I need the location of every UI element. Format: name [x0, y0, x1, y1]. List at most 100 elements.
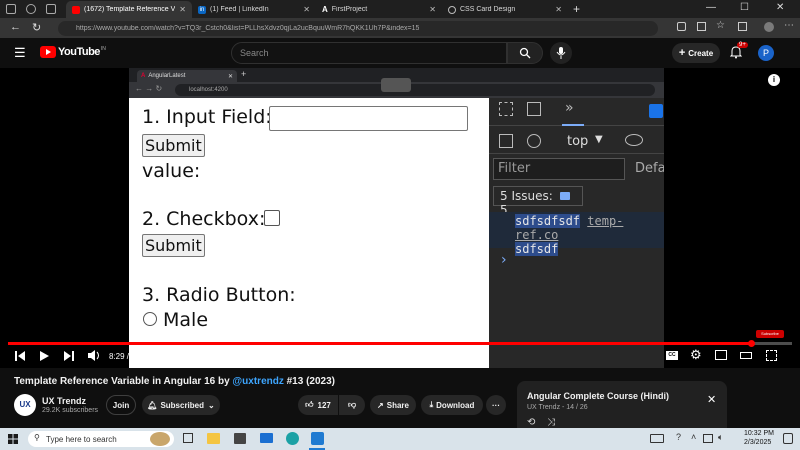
- demo-page: 1. Input Field: Submit value: 2. Checkbo…: [129, 98, 489, 368]
- miniplayer-icon[interactable]: [715, 350, 727, 360]
- profile-avatar-icon[interactable]: [764, 22, 774, 32]
- network-icon[interactable]: [703, 434, 713, 443]
- subscribe-watermark-text: Subscribe: [761, 331, 779, 336]
- like-button[interactable]: 👍︎ 127: [298, 395, 338, 415]
- minimize-button[interactable]: —: [706, 2, 716, 13]
- dropdown-icon: ▼: [595, 134, 603, 145]
- mail-icon[interactable]: [260, 433, 273, 443]
- extensions-icon[interactable]: [677, 22, 686, 31]
- search-icon: [519, 47, 531, 59]
- inspect-icon: [499, 102, 513, 116]
- clock-date[interactable]: 2/3/2025: [744, 439, 771, 446]
- tab-css-card[interactable]: CSS Card Design ✕: [442, 1, 568, 18]
- youtube-logo[interactable]: YouTube IN: [40, 46, 106, 58]
- loop-icon[interactable]: ⟲: [527, 417, 535, 428]
- search-placeholder: Search: [240, 48, 269, 58]
- subscribed-button[interactable]: 🔔︎ Subscribed ⌄: [142, 395, 220, 415]
- filter-placeholder: Filter: [498, 161, 531, 176]
- issues-bar: 5 Issues: 5: [493, 186, 583, 217]
- file-explorer-icon[interactable]: [207, 433, 220, 444]
- channel-name[interactable]: UX Trendz: [42, 396, 86, 406]
- hamburger-menu-icon[interactable]: ☰: [14, 45, 26, 61]
- voice-search-button[interactable]: [550, 42, 572, 64]
- shuffle-icon[interactable]: ⤨: [547, 417, 555, 428]
- close-icon[interactable]: ✕: [555, 5, 562, 14]
- vscode-icon[interactable]: [311, 432, 324, 445]
- task-view-icon[interactable]: [183, 433, 193, 443]
- more-actions-button[interactable]: ···: [486, 395, 506, 415]
- title-mention-link[interactable]: @uxtrendz: [232, 376, 283, 387]
- chapter-bullet: •: [144, 352, 147, 361]
- theater-mode-icon[interactable]: [740, 352, 752, 359]
- dislike-button[interactable]: 👎︎: [339, 395, 365, 415]
- notifications-icon[interactable]: [783, 433, 793, 444]
- more-options-icon[interactable]: i: [768, 74, 780, 86]
- fullscreen-icon[interactable]: [766, 350, 777, 361]
- youtube-logo-text: YouTube: [58, 46, 100, 58]
- create-button[interactable]: + Create: [672, 43, 720, 63]
- console-prompt: ›: [501, 252, 507, 268]
- volume-icon[interactable]: [88, 350, 100, 361]
- youtube-play-icon: [40, 46, 56, 58]
- browser-profile-icon[interactable]: [6, 4, 16, 14]
- join-button[interactable]: Join: [106, 395, 136, 415]
- taskbar-search-placeholder: Type here to search: [46, 434, 117, 444]
- close-window-button[interactable]: ✕: [776, 2, 784, 13]
- channel-avatar[interactable]: UX: [14, 394, 36, 416]
- reload-icon[interactable]: ↻: [32, 21, 41, 34]
- keyboard-icon[interactable]: [650, 434, 664, 443]
- new-tab-button[interactable]: +: [573, 2, 580, 16]
- menu-icon[interactable]: ⋯: [784, 20, 794, 31]
- collections-icon[interactable]: [738, 22, 747, 31]
- close-icon[interactable]: ✕: [303, 5, 310, 14]
- speaker-icon[interactable]: 🔈︎: [718, 432, 723, 443]
- globe-icon: [448, 5, 456, 14]
- windows-start-icon[interactable]: [8, 434, 18, 444]
- browser-toolbar: ← ↻ https://www.youtube.com/watch?v=TQ3r…: [0, 18, 800, 38]
- notifications-button[interactable]: 9+: [730, 42, 748, 60]
- address-bar[interactable]: https://www.youtube.com/watch?v=TQ3r_Cst…: [58, 21, 658, 36]
- favorites-icon[interactable]: ☆: [716, 20, 725, 31]
- search-icon: ⚲: [34, 433, 40, 442]
- thumbs-up-icon: 👍︎: [305, 400, 314, 409]
- split-screen-icon[interactable]: [697, 22, 706, 31]
- inner-tab-title: AngularLatest: [148, 73, 186, 79]
- tab-firstproject[interactable]: A FirstProject ✕: [316, 1, 442, 18]
- close-icon[interactable]: ✕: [429, 5, 436, 14]
- inner-address-bar: localhost:4200: [175, 84, 655, 96]
- subscribe-watermark[interactable]: Subscribe: [756, 330, 784, 338]
- search-input[interactable]: Search: [231, 42, 507, 64]
- chevron-right-icon[interactable]: ›: [178, 352, 181, 361]
- share-button[interactable]: ↗ Share: [370, 395, 416, 415]
- edge-icon[interactable]: [286, 432, 299, 445]
- taskbar: ⚲ Type here to search ? ˄ 🔈︎ 10:32 PM 2/…: [0, 428, 800, 450]
- chevron-up-icon[interactable]: ˄: [691, 432, 696, 442]
- next-icon[interactable]: [64, 351, 74, 361]
- search-button[interactable]: [507, 42, 543, 64]
- video-player[interactable]: A AngularLatest ✕ + ← → ↻ localhost:4200…: [0, 68, 800, 368]
- avatar[interactable]: P: [758, 45, 774, 61]
- close-icon[interactable]: ✕: [707, 393, 716, 406]
- maximize-button[interactable]: ☐: [740, 2, 749, 13]
- tab-actions-icon[interactable]: [46, 4, 56, 14]
- back-icon[interactable]: ←: [10, 21, 21, 33]
- captions-icon[interactable]: CC: [666, 351, 678, 360]
- download-label: Download: [436, 400, 475, 410]
- tab-youtube[interactable]: (1672) Template Reference Variab ✕: [66, 1, 192, 18]
- close-icon[interactable]: ✕: [179, 5, 186, 14]
- workspaces-icon[interactable]: [26, 4, 36, 14]
- tab-linkedin[interactable]: in (1) Feed | LinkedIn ✕: [192, 1, 316, 18]
- previous-icon[interactable]: [15, 351, 25, 361]
- overlay-icons: [381, 78, 411, 92]
- taskbar-search[interactable]: ⚲ Type here to search: [28, 431, 174, 447]
- console-toolbar: top ▼: [489, 128, 664, 154]
- play-icon[interactable]: [40, 351, 49, 361]
- store-icon[interactable]: [234, 433, 246, 444]
- download-button[interactable]: ⤓ Download: [421, 395, 483, 415]
- help-icon[interactable]: ?: [676, 432, 681, 442]
- clock-time[interactable]: 10:32 PM: [744, 430, 774, 437]
- more-tabs-icon: »: [565, 100, 574, 116]
- playlist-title[interactable]: Angular Complete Course (Hindi): [527, 391, 669, 401]
- input-field-label: 1. Input Field:: [142, 106, 272, 128]
- settings-icon[interactable]: ⚙: [690, 347, 702, 363]
